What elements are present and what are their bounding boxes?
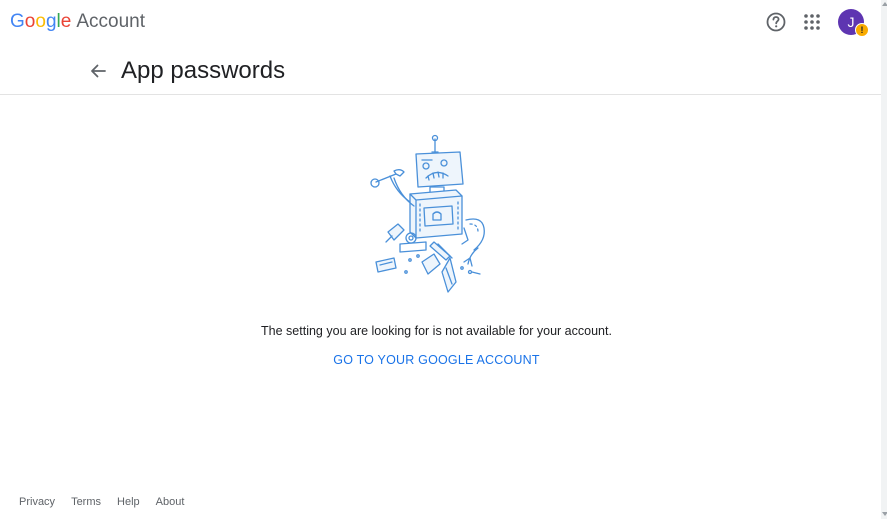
back-button[interactable] <box>86 59 110 83</box>
product-name: Account <box>76 11 145 32</box>
scrollbar[interactable] <box>881 0 887 519</box>
arrow-left-icon <box>91 64 106 78</box>
unavailable-message: The setting you are looking for is not a… <box>261 324 612 338</box>
footer-link-help[interactable]: Help <box>117 496 140 508</box>
go-to-google-account-link[interactable]: GO TO YOUR GOOGLE ACCOUNT <box>0 353 873 367</box>
scroll-up-arrow-icon[interactable] <box>882 2 887 6</box>
page-header: App passwords <box>0 46 881 95</box>
google-account-logo[interactable]: Google Account <box>10 10 145 34</box>
footer-link-terms[interactable]: Terms <box>71 496 101 508</box>
top-app-bar: Google Account J ! <box>0 0 881 46</box>
google-wordmark: Google <box>10 11 72 32</box>
footer-link-about[interactable]: About <box>156 496 185 508</box>
footer-link-privacy[interactable]: Privacy <box>19 496 55 508</box>
warning-badge-icon: ! <box>855 23 869 37</box>
page-title: App passwords <box>121 57 286 84</box>
apps-grid-icon[interactable] <box>800 10 824 34</box>
help-circle-icon[interactable] <box>764 10 788 34</box>
scroll-down-arrow-icon[interactable] <box>882 512 887 516</box>
footer: Privacy Terms Help About <box>19 496 200 508</box>
broken-robot-illustration <box>366 132 506 302</box>
